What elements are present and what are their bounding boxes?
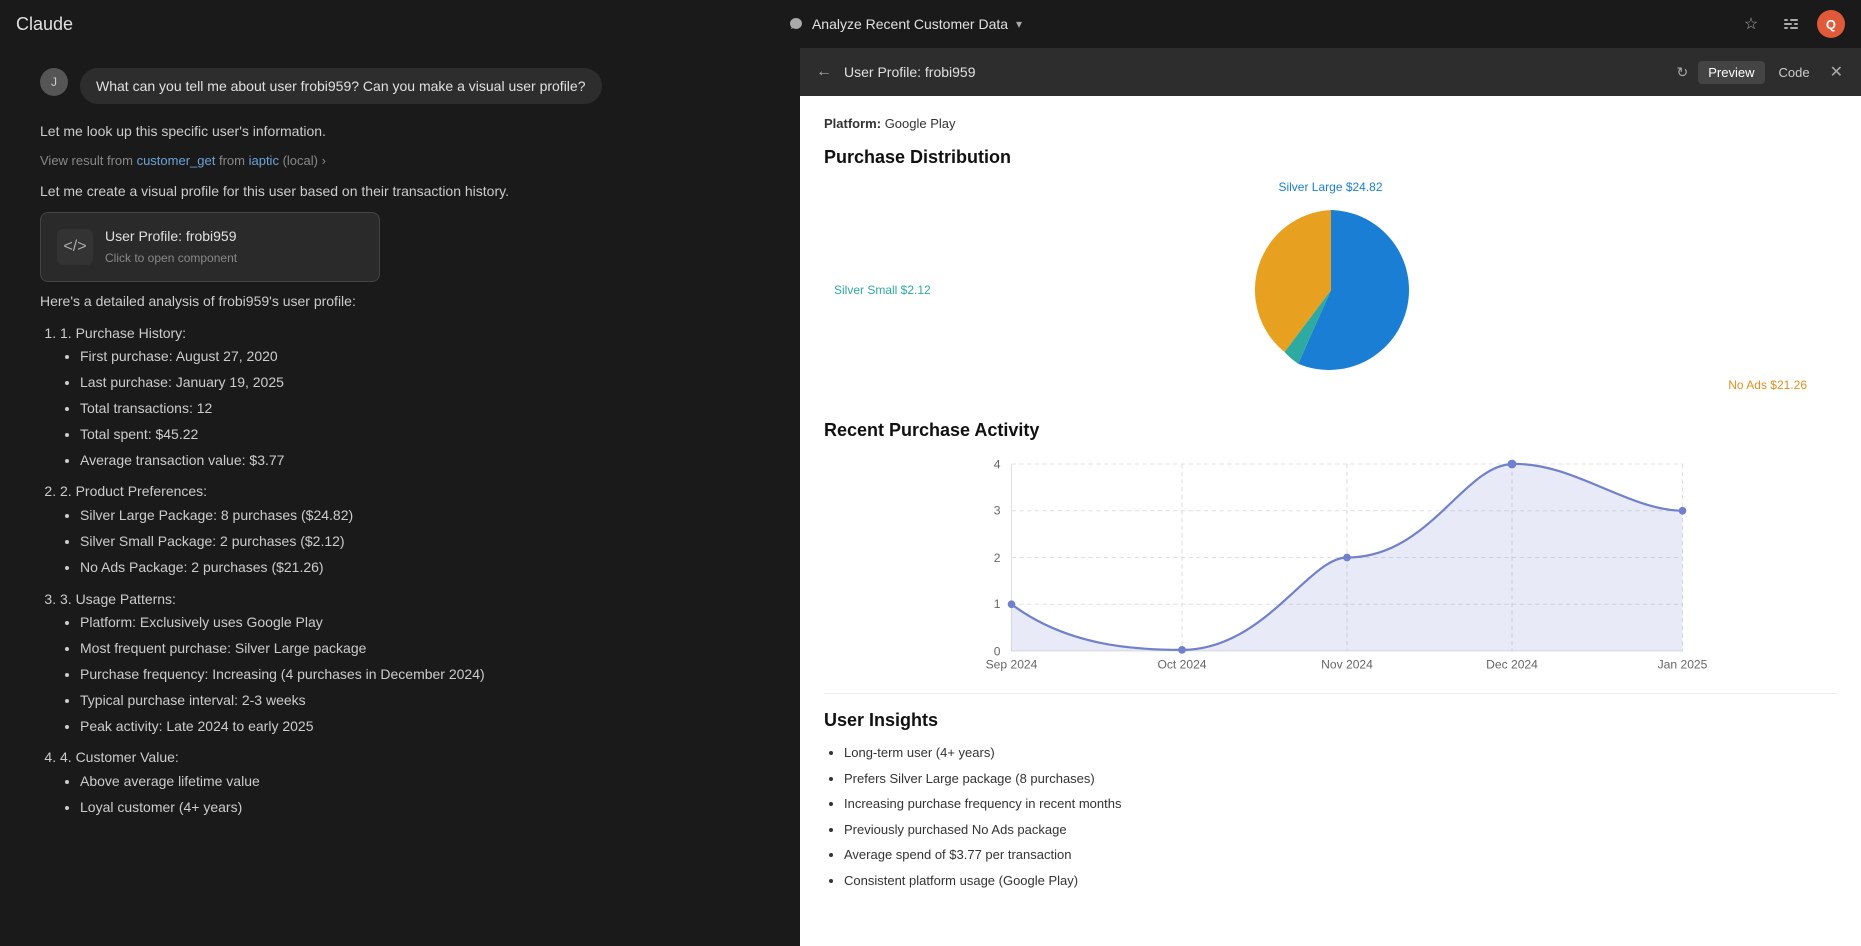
topbar-right: ☆ Q — [1737, 10, 1845, 38]
assistant-create: Let me create a visual profile for this … — [40, 180, 760, 204]
chat-panel: J What can you tell me about user frobi9… — [0, 48, 800, 946]
avatar[interactable]: Q — [1817, 10, 1845, 38]
list-item: Silver Small Package: 2 purchases ($2.12… — [80, 530, 760, 554]
component-info: User Profile: frobi959 Click to open com… — [105, 225, 237, 269]
insight-item: Long-term user (4+ years) — [844, 743, 1837, 763]
section-1-title: 1. Purchase History: First purchase: Aug… — [60, 322, 760, 473]
section-4-title: 4. Customer Value: Above average lifetim… — [60, 746, 760, 819]
refresh-button[interactable]: ↻ — [1671, 60, 1695, 85]
chat-icon — [788, 16, 804, 32]
list-item: Typical purchase interval: 2-3 weeks — [80, 689, 760, 713]
code-tab[interactable]: Code — [1769, 61, 1820, 84]
list-item: Total spent: $45.22 — [80, 423, 760, 447]
tool-link: View result from customer_get from iapti… — [40, 150, 760, 172]
component-subtitle: Click to open component — [105, 248, 237, 268]
preview-tab[interactable]: Preview — [1698, 61, 1764, 84]
user-message: J What can you tell me about user frobi9… — [40, 68, 760, 104]
star-icon[interactable]: ☆ — [1737, 10, 1765, 38]
component-title: User Profile: frobi959 — [105, 225, 237, 249]
pie-chart-container: Silver Large $24.82 Silver Small $2.12 N… — [824, 180, 1837, 400]
insight-item: Consistent platform usage (Google Play) — [844, 871, 1837, 891]
pie-label-no-ads: No Ads $21.26 — [1728, 378, 1807, 392]
list-item: Above average lifetime value — [80, 770, 760, 794]
purchase-distribution-title: Purchase Distribution — [824, 147, 1837, 168]
platform-line: Platform: Google Play — [824, 116, 1837, 131]
list-item: Loyal customer (4+ years) — [80, 796, 760, 820]
list-item: Peak activity: Late 2024 to early 2025 — [80, 715, 760, 739]
analysis-intro: Here's a detailed analysis of frobi959's… — [40, 290, 760, 314]
platform-value: Google Play — [885, 116, 956, 131]
section-2-items: Silver Large Package: 8 purchases ($24.8… — [60, 504, 760, 579]
pie-label-silver-large: Silver Large $24.82 — [1278, 180, 1382, 194]
insight-item: Average spend of $3.77 per transaction — [844, 845, 1837, 865]
topbar-chevron[interactable]: ▾ — [1016, 17, 1022, 31]
insight-item: Previously purchased No Ads package — [844, 820, 1837, 840]
line-chart: 4 3 2 1 0 Sep 2024 Oct 2024 Nov 2024 Dec — [824, 453, 1837, 673]
recent-activity-title: Recent Purchase Activity — [824, 420, 1837, 441]
insight-item: Prefers Silver Large package (8 purchase… — [844, 769, 1837, 789]
topbar-title[interactable]: Analyze Recent Customer Data — [812, 16, 1008, 32]
component-box[interactable]: </> User Profile: frobi959 Click to open… — [40, 212, 380, 282]
app-logo: Claude — [16, 14, 73, 35]
svg-text:Nov 2024: Nov 2024 — [1321, 658, 1373, 672]
topbar-center: Analyze Recent Customer Data ▾ — [788, 16, 1022, 32]
list-item: Average transaction value: $3.77 — [80, 449, 760, 473]
svg-text:4: 4 — [994, 457, 1001, 471]
platform-label: Platform: — [824, 116, 881, 131]
analysis-text: Here's a detailed analysis of frobi959's… — [40, 290, 760, 820]
list-item: Purchase frequency: Increasing (4 purcha… — [80, 663, 760, 687]
line-chart-container: 4 3 2 1 0 Sep 2024 Oct 2024 Nov 2024 Dec — [824, 453, 1837, 673]
list-item: Total transactions: 12 — [80, 397, 760, 421]
section-3-title: 3. Usage Patterns: Platform: Exclusively… — [60, 588, 760, 739]
svg-text:Oct 2024: Oct 2024 — [1157, 658, 1206, 672]
insights-list: Long-term user (4+ years) Prefers Silver… — [824, 743, 1837, 890]
pie-chart — [1241, 200, 1421, 380]
user-insights-section: User Insights Long-term user (4+ years) … — [824, 693, 1837, 890]
insight-item: Increasing purchase frequency in recent … — [844, 794, 1837, 814]
svg-text:0: 0 — [994, 644, 1001, 658]
list-item: Silver Large Package: 8 purchases ($24.8… — [80, 504, 760, 528]
list-item: Most frequent purchase: Silver Large pac… — [80, 637, 760, 661]
right-panel: ← User Profile: frobi959 ↻ Preview Code … — [800, 48, 1861, 946]
assistant-response: Let me look up this specific user's info… — [40, 120, 760, 824]
list-item: First purchase: August 27, 2020 — [80, 345, 760, 369]
section-2-title: 2. Product Preferences: Silver Large Pac… — [60, 480, 760, 579]
tool-fn-link[interactable]: customer_get — [137, 153, 216, 168]
user-avatar: J — [40, 68, 68, 96]
list-item: No Ads Package: 2 purchases ($21.26) — [80, 556, 760, 580]
svg-text:2: 2 — [994, 551, 1001, 565]
settings-icon[interactable] — [1777, 10, 1805, 38]
user-insights-title: User Insights — [824, 710, 1837, 731]
preview-content: Platform: Google Play Purchase Distribut… — [800, 96, 1861, 946]
tool-source-link[interactable]: iaptic — [249, 153, 279, 168]
list-item: Platform: Exclusively uses Google Play — [80, 611, 760, 635]
component-icon: </> — [57, 229, 93, 265]
analysis-sections: 1. Purchase History: First purchase: Aug… — [40, 322, 760, 820]
topbar: Claude Analyze Recent Customer Data ▾ ☆ … — [0, 0, 1861, 48]
section-3-items: Platform: Exclusively uses Google Play M… — [60, 611, 760, 738]
svg-text:Sep 2024: Sep 2024 — [986, 658, 1038, 672]
back-button[interactable]: ← — [812, 59, 836, 85]
panel-actions: ↻ Preview Code ✕ — [1671, 58, 1849, 86]
close-button[interactable]: ✕ — [1824, 58, 1849, 86]
svg-text:1: 1 — [994, 597, 1001, 611]
section-1-items: First purchase: August 27, 2020 Last pur… — [60, 345, 760, 472]
panel-title: User Profile: frobi959 — [844, 64, 1663, 80]
svg-text:Dec 2024: Dec 2024 — [1486, 658, 1538, 672]
svg-text:3: 3 — [994, 504, 1001, 518]
list-item: Last purchase: January 19, 2025 — [80, 371, 760, 395]
svg-text:Jan 2025: Jan 2025 — [1658, 658, 1708, 672]
section-4-items: Above average lifetime value Loyal custo… — [60, 770, 760, 820]
assistant-intro: Let me look up this specific user's info… — [40, 120, 760, 144]
panel-header: ← User Profile: frobi959 ↻ Preview Code … — [800, 48, 1861, 96]
main-layout: J What can you tell me about user frobi9… — [0, 48, 1861, 946]
pie-label-silver-small: Silver Small $2.12 — [834, 283, 931, 297]
user-bubble: What can you tell me about user frobi959… — [80, 68, 602, 104]
